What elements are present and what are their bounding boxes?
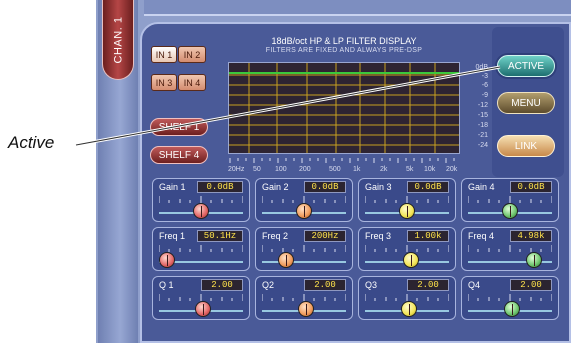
callout-leader-line <box>75 65 501 147</box>
